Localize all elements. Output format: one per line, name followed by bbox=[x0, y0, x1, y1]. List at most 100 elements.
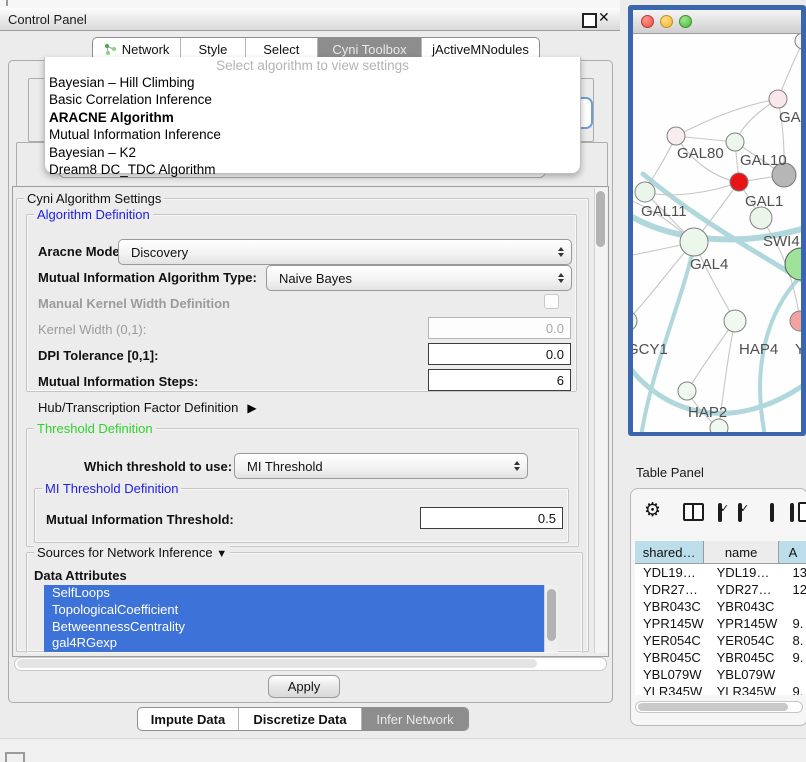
table-row[interactable]: YBL079WYBL079W bbox=[635, 666, 806, 683]
tab-impute-data[interactable]: Impute Data bbox=[138, 708, 239, 730]
table-panel: ⚙ shared… name A YDL19…YDL19…13 YDR27…YD… bbox=[630, 488, 806, 726]
list-item-gal4rgexp[interactable]: gal4RGexp bbox=[44, 635, 558, 652]
list-item-betweennesscentrality[interactable]: BetweennessCentrality bbox=[44, 619, 558, 636]
cell-name: YLR345W bbox=[709, 683, 785, 695]
tab-network-label: Network bbox=[122, 42, 170, 57]
node-gal4[interactable] bbox=[680, 228, 708, 256]
table-row[interactable]: YLR345WYLR345W9. bbox=[635, 683, 806, 695]
settings-vertical-scrollbar[interactable] bbox=[594, 188, 607, 653]
column-header-shared-name[interactable]: shared… bbox=[635, 541, 704, 563]
network-canvas[interactable]: GAL GAL80 GAL10 GAL1 GAL11 SWI4 GAL4 GCY… bbox=[633, 34, 801, 432]
tab-select-label: Select bbox=[263, 42, 299, 57]
top-strip bbox=[0, 0, 620, 8]
aracne-mode-value: Discovery bbox=[119, 245, 558, 260]
node-hap2[interactable] bbox=[678, 382, 696, 400]
kernel-width-field[interactable]: 0.0 bbox=[428, 317, 571, 339]
node-gal-partial[interactable] bbox=[769, 90, 787, 108]
node-label: GAL4 bbox=[690, 256, 728, 273]
node-y-partial[interactable] bbox=[790, 311, 801, 331]
column-header-name[interactable]: name bbox=[704, 541, 779, 563]
mi-algorithm-type-combo[interactable]: Naive Bayes bbox=[266, 265, 572, 291]
table-row[interactable]: YDR27…YDR27…12 bbox=[635, 581, 806, 598]
cell-value: 13 bbox=[785, 564, 806, 581]
mi-steps-label: Mutual Information Steps: bbox=[38, 374, 198, 389]
tab-discretize-data[interactable]: Discretize Data bbox=[239, 708, 362, 730]
menu-item-dream8[interactable]: Dream8 DC_TDC Algorithm bbox=[45, 161, 580, 178]
attributes-list-scrollbar-thumb[interactable] bbox=[547, 589, 556, 641]
table-row[interactable]: YDL19…YDL19…13 bbox=[635, 564, 806, 581]
cell-name: YDL19… bbox=[709, 564, 785, 581]
table-row[interactable]: YPR145WYPR145W9. bbox=[635, 615, 806, 632]
table-row[interactable]: YBR045CYBR045C9. bbox=[635, 649, 806, 666]
dock-panel-icon[interactable] bbox=[5, 752, 25, 762]
node-label: GAL10 bbox=[740, 152, 787, 169]
column-header-partial[interactable]: A bbox=[779, 541, 806, 563]
cell-name: YBR045C bbox=[709, 649, 785, 666]
tab-jactivemnodules-label: jActiveMNodules bbox=[432, 42, 529, 57]
menu-item-mutual-information[interactable]: Mutual Information Inference bbox=[45, 126, 580, 143]
mi-steps-field[interactable]: 6 bbox=[428, 369, 571, 391]
dpi-tolerance-field[interactable]: 0.0 bbox=[428, 343, 571, 365]
algorithm-definition-title: Algorithm Definition bbox=[34, 207, 153, 222]
aracne-mode-combo[interactable]: Discovery bbox=[118, 239, 572, 265]
table-horizontal-scrollbar[interactable] bbox=[635, 701, 803, 713]
settings-horizontal-scrollbar-thumb[interactable] bbox=[17, 659, 537, 668]
node-label: Y bbox=[795, 341, 801, 358]
mi-threshold-field[interactable]: 0.5 bbox=[420, 507, 563, 529]
list-item-selfloops[interactable]: SelfLoops bbox=[44, 585, 558, 602]
node-swi4[interactable] bbox=[750, 207, 772, 229]
gear-icon[interactable]: ⚙ bbox=[644, 499, 661, 522]
deselect-all-checkbox-icon[interactable] bbox=[770, 503, 774, 522]
node-gcy1[interactable] bbox=[633, 311, 637, 331]
node-label: SWI4 bbox=[763, 233, 800, 250]
menu-item-bayesian-k2[interactable]: Bayesian – K2 bbox=[45, 144, 580, 161]
node-label: GCY1 bbox=[633, 341, 668, 358]
node-gal80[interactable] bbox=[667, 127, 685, 145]
table-horizontal-scrollbar-thumb[interactable] bbox=[638, 703, 788, 711]
deselect-all-checkbox-icon-2[interactable] bbox=[790, 503, 794, 522]
table-header-row: shared… name A bbox=[635, 541, 806, 564]
node-green-partial[interactable] bbox=[785, 248, 801, 280]
close-icon[interactable]: ✕ bbox=[598, 9, 610, 26]
sources-group-title[interactable]: Sources for Network Inference ▼ bbox=[34, 545, 230, 562]
which-threshold-label: Which threshold to use: bbox=[84, 459, 232, 474]
apply-button-label: Apply bbox=[288, 679, 321, 694]
node-hap4[interactable] bbox=[724, 310, 746, 332]
table-row[interactable]: YER054CYER054C8. bbox=[635, 632, 806, 649]
minimize-traffic-light[interactable] bbox=[660, 15, 673, 28]
node-gal1[interactable] bbox=[730, 173, 748, 191]
partial-toolbar-icon[interactable] bbox=[798, 502, 806, 522]
node-label: GAL1 bbox=[745, 193, 783, 210]
table-toolbar: ⚙ bbox=[631, 489, 806, 537]
node-partial-top[interactable] bbox=[795, 34, 801, 49]
menu-item-basic-correlation[interactable]: Basic Correlation Inference bbox=[45, 91, 580, 108]
cell-value: 9. bbox=[785, 615, 806, 632]
data-attributes-list[interactable]: SelfLoops TopologicalCoefficient Between… bbox=[44, 585, 558, 652]
float-window-button[interactable] bbox=[582, 13, 597, 28]
settings-vertical-scrollbar-thumb[interactable] bbox=[596, 191, 605, 247]
network-window-titlebar[interactable] bbox=[633, 10, 801, 34]
cell-name: YBL079W bbox=[709, 666, 785, 683]
algorithm-dropdown-popup: Select algorithm to view settings Bayesi… bbox=[44, 57, 581, 174]
which-threshold-combo[interactable]: MI Threshold bbox=[234, 453, 528, 479]
zoom-traffic-light[interactable] bbox=[679, 15, 692, 28]
apply-button[interactable]: Apply bbox=[268, 675, 340, 698]
menu-item-aracne[interactable]: ARACNE Algorithm bbox=[45, 109, 580, 126]
select-all-checkbox-icon[interactable] bbox=[718, 503, 722, 522]
select-all-checkbox-icon-2[interactable] bbox=[738, 503, 742, 522]
tab-infer-network[interactable]: Infer Network bbox=[362, 708, 468, 730]
table-row[interactable]: YBR043CYBR043C bbox=[635, 598, 806, 615]
hub-definition-label: Hub/Transcription Factor Definition bbox=[38, 400, 238, 415]
close-traffic-light[interactable] bbox=[641, 15, 654, 28]
hub-definition-toggle[interactable]: Hub/Transcription Factor Definition ▶ bbox=[38, 400, 257, 415]
list-item-topologicalcoefficient[interactable]: TopologicalCoefficient bbox=[44, 602, 558, 619]
manual-kernel-width-checkbox[interactable] bbox=[544, 294, 559, 309]
columns-icon[interactable] bbox=[683, 503, 704, 521]
menu-item-bayesian-hill-climbing[interactable]: Bayesian – Hill Climbing bbox=[45, 74, 580, 91]
cell-shared-name: YLR345W bbox=[635, 683, 709, 695]
mi-algorithm-type-value: Naive Bayes bbox=[267, 271, 558, 286]
node-gal10[interactable] bbox=[726, 133, 744, 151]
node-label: HAP2 bbox=[688, 404, 727, 421]
mi-threshold-label: Mutual Information Threshold: bbox=[46, 512, 234, 527]
node-gal11[interactable] bbox=[635, 182, 655, 202]
